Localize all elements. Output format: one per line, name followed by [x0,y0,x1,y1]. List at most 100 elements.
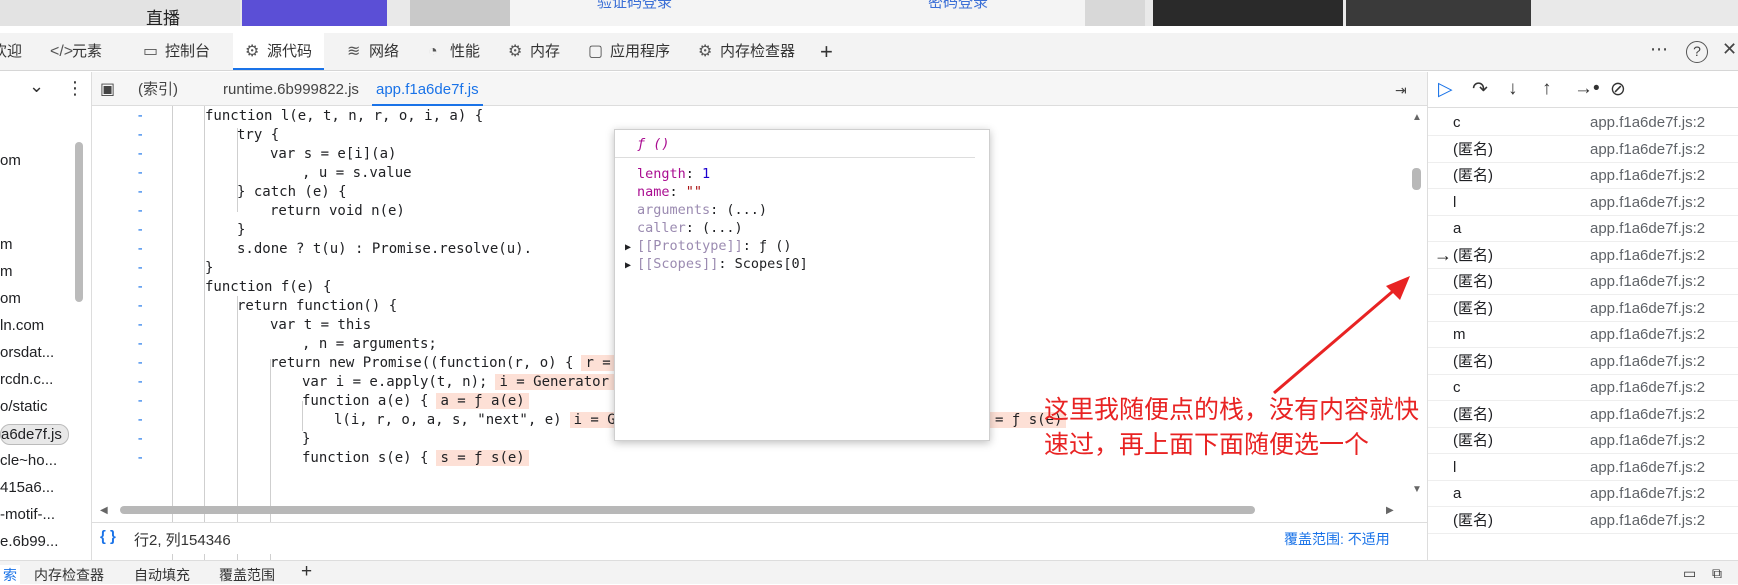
tab-performance[interactable]: ◔ 性能 [428,33,480,70]
call-frame[interactable]: c app.f1a6de7f.js:2 [1428,109,1738,136]
tab-memory-inspector[interactable]: ⚙ 内存检查器 [698,33,795,70]
dock-icon[interactable]: ▭ [1683,565,1696,582]
editor-tab-runtime[interactable]: runtime.6b999822.js [223,72,359,106]
line-marker[interactable]: - [136,353,144,374]
kebab-menu-icon[interactable]: ⋮ [66,78,84,99]
call-frame[interactable]: m app.f1a6de7f.js:2 [1428,321,1738,348]
file-item[interactable]: ln.com [0,317,44,334]
file-item[interactable]: cle~ho... [0,452,57,469]
editor-tab-app[interactable]: app.f1a6de7f.js [372,72,483,106]
call-frame[interactable]: (匿名) app.f1a6de7f.js:2 [1428,295,1738,322]
frame-location[interactable]: app.f1a6de7f.js:2 [1590,454,1705,481]
drawer-tab-coverage[interactable]: 覆盖范围 [219,565,275,585]
step-out-icon[interactable]: ↑ [1542,78,1552,100]
tab-welcome[interactable]: 欢迎 [0,33,22,70]
line-marker[interactable]: - [136,258,144,279]
frame-location[interactable]: app.f1a6de7f.js:2 [1590,268,1705,295]
frame-location[interactable]: app.f1a6de7f.js:2 [1590,427,1705,454]
line-marker[interactable]: - [136,372,144,393]
line-marker[interactable]: - [136,296,144,317]
call-frame[interactable]: (匿名) app.f1a6de7f.js:2 [1428,162,1738,189]
code-login-link[interactable]: 验证码登录 [597,0,672,12]
frame-location[interactable]: app.f1a6de7f.js:2 [1590,295,1705,322]
line-marker[interactable]: - [136,315,144,336]
horizontal-scrollbar[interactable]: ◀ ▶ [100,503,1400,517]
line-marker[interactable]: - [136,201,144,222]
toggle-navigator-icon[interactable]: ▣ [100,72,115,106]
expand-triangle-icon[interactable]: ▶ [625,260,637,271]
line-marker[interactable]: - [136,448,144,469]
step-icon[interactable]: →• [1574,78,1600,100]
pretty-print-button[interactable]: { } [100,528,116,545]
frame-location[interactable]: app.f1a6de7f.js:2 [1590,189,1705,216]
popup-property-row[interactable]: ▶ [[Scopes]]: Scopes[0] [625,256,808,272]
drawer-tab-autofill[interactable]: 自动填充 [134,565,190,585]
call-frame[interactable]: (匿名) app.f1a6de7f.js:2 [1428,401,1738,428]
step-into-icon[interactable]: ↓ [1508,78,1518,100]
toggle-debugger-icon[interactable]: ⇥ [1395,72,1407,106]
frame-location[interactable]: app.f1a6de7f.js:2 [1590,480,1705,507]
file-item[interactable]: om [0,290,21,307]
file-item[interactable]: m [0,236,13,253]
popup-property-row[interactable]: ▶ [[Prototype]]: ƒ () [625,238,792,254]
frame-location[interactable]: app.f1a6de7f.js:2 [1590,109,1705,136]
frame-location[interactable]: app.f1a6de7f.js:2 [1590,215,1705,242]
line-marker[interactable]: - [136,410,144,431]
frame-location[interactable]: app.f1a6de7f.js:2 [1590,348,1705,375]
frame-location[interactable]: app.f1a6de7f.js:2 [1590,401,1705,428]
password-login-link[interactable]: 密码登录 [928,0,988,12]
call-frame-current[interactable]: → (匿名) app.f1a6de7f.js:2 [1428,242,1738,269]
frame-location[interactable]: app.f1a6de7f.js:2 [1590,374,1705,401]
call-frame[interactable]: (匿名) app.f1a6de7f.js:2 [1428,136,1738,163]
frame-location[interactable]: app.f1a6de7f.js:2 [1590,242,1705,269]
file-item[interactable]: orsdat... [0,344,54,361]
file-item[interactable]: rcdn.c... [0,371,53,388]
tab-elements[interactable]: </>元素 [50,33,102,70]
line-marker[interactable]: - [136,429,144,450]
drawer-tab-memory-inspector[interactable]: 内存检查器 [34,565,104,585]
call-frame[interactable]: (匿名) app.f1a6de7f.js:2 [1428,427,1738,454]
more-icon[interactable]: ⋯ [1650,39,1668,60]
tab-memory[interactable]: ⚙ 内存 [508,33,560,70]
call-frame[interactable]: a app.f1a6de7f.js:2 [1428,215,1738,242]
file-item[interactable]: e.6b99... [0,533,58,550]
sidebar-scrollbar[interactable] [75,142,83,302]
file-item[interactable]: 415a6... [0,479,54,496]
file-item[interactable]: m [0,263,13,280]
chevron-down-icon[interactable]: ⌄ [29,76,44,97]
close-icon[interactable]: ✕ [1722,39,1737,60]
call-frame[interactable]: (匿名) app.f1a6de7f.js:2 [1428,268,1738,295]
call-frame[interactable]: c app.f1a6de7f.js:2 [1428,374,1738,401]
frame-location[interactable]: app.f1a6de7f.js:2 [1590,162,1705,189]
drawer-tab-search[interactable]: 索 [0,565,20,585]
tab-sources[interactable]: ⚙ 源代码 [233,33,325,70]
drawer-add-button[interactable]: + [301,561,312,583]
line-marker[interactable]: - [136,220,144,241]
deactivate-breakpoints-icon[interactable]: ⊘ [1610,78,1626,101]
line-marker[interactable]: - [136,239,144,260]
help-icon[interactable]: ? [1686,41,1708,63]
line-marker[interactable]: - [136,163,144,184]
tab-application[interactable]: ▢ 应用程序 [588,33,670,70]
file-item[interactable]: -motif-... [0,506,55,523]
line-marker[interactable]: - [136,144,144,165]
frame-location[interactable]: app.f1a6de7f.js:2 [1590,321,1705,348]
call-frame[interactable]: l app.f1a6de7f.js:2 [1428,454,1738,481]
line-marker[interactable]: - [136,106,144,127]
expand-triangle-icon[interactable]: ▶ [625,242,637,253]
editor-tab-index[interactable]: (索引) [138,72,178,106]
line-marker[interactable]: - [136,182,144,203]
line-marker[interactable]: - [136,334,144,355]
step-over-icon[interactable]: ↷ [1472,78,1488,101]
line-marker[interactable]: - [136,391,144,412]
call-frame[interactable]: (匿名) app.f1a6de7f.js:2 [1428,348,1738,375]
line-marker[interactable]: - [136,277,144,298]
undock-icon[interactable]: ⧉ [1712,565,1722,582]
file-item[interactable]: om [0,152,21,169]
coverage-status[interactable]: 覆盖范围: 不适用 [1284,529,1390,549]
call-frame[interactable]: l app.f1a6de7f.js:2 [1428,189,1738,216]
add-tab-button[interactable]: + [820,33,833,70]
call-frame[interactable]: (匿名) app.f1a6de7f.js:2 [1428,507,1738,534]
call-frame[interactable]: a app.f1a6de7f.js:2 [1428,480,1738,507]
frame-location[interactable]: app.f1a6de7f.js:2 [1590,507,1705,534]
